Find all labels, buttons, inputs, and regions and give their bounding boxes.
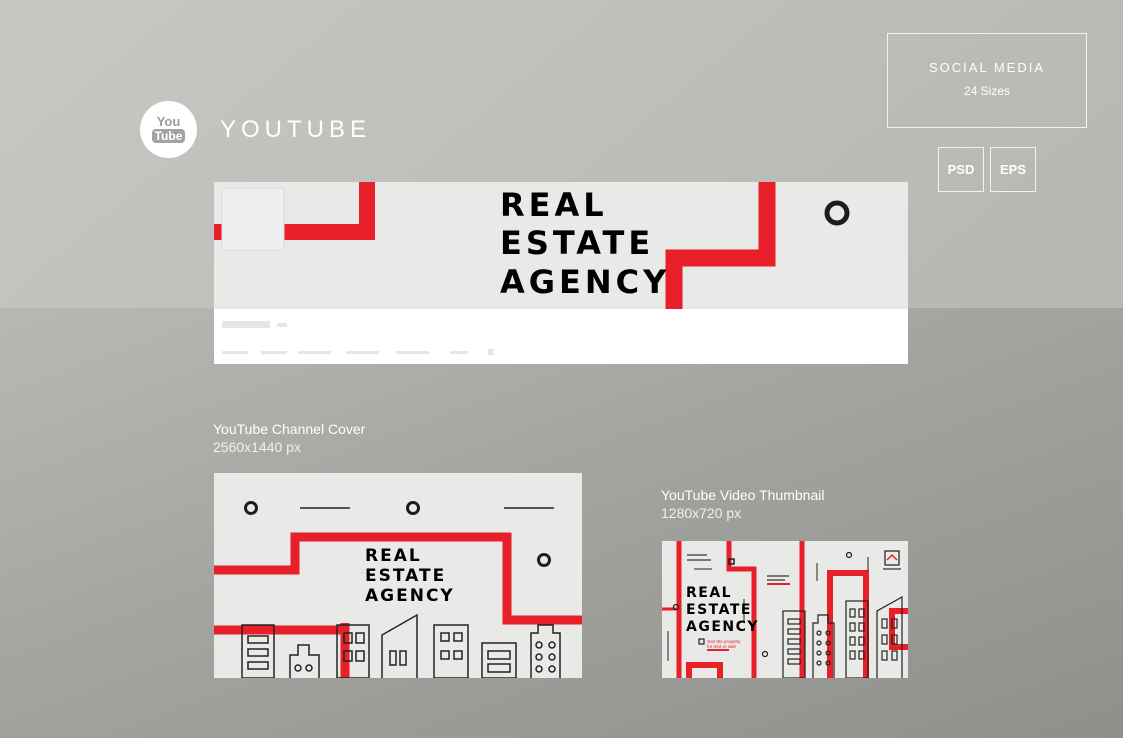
logo-you: You	[156, 114, 181, 129]
logo-tube: Tube	[151, 129, 186, 143]
thumbnail-label: YouTube Video Thumbnail	[661, 487, 825, 503]
channel-page-mockup: REAL ESTATE AGENCY	[214, 182, 908, 364]
th-headline-3: AGENCY	[686, 619, 759, 635]
thumbnail-size: 1280x720 px	[661, 505, 742, 521]
page-title: YOUTUBE	[220, 116, 372, 143]
cover-headline-3: AGENCY	[500, 263, 670, 301]
channel-cover-preview: REAL ESTATE AGENCY	[214, 473, 582, 678]
cover-headline-1: REAL	[500, 186, 608, 224]
cc-headline-3: AGENCY	[365, 586, 455, 606]
cc-headline-1: REAL	[365, 546, 422, 566]
channel-cover-size: 2560x1440 px	[213, 439, 301, 455]
social-media-title: SOCIAL MEDIA	[929, 60, 1045, 75]
social-media-sizes: 24 Sizes	[963, 84, 1011, 98]
th-headline-2: ESTATE	[686, 602, 752, 618]
social-media-box: SOCIAL MEDIA 24 Sizes	[887, 33, 1087, 128]
cover-headline-2: ESTATE	[500, 224, 654, 262]
th-headline-1: REAL	[686, 585, 732, 601]
cc-headline-2: ESTATE	[365, 566, 446, 586]
channel-cover-label: YouTube Channel Cover	[213, 421, 366, 437]
video-thumbnail-preview: REAL ESTATE AGENCY Sort the property for…	[662, 541, 908, 678]
youtube-logo-icon: You Tube	[140, 101, 197, 158]
th-tagline-2: for rent or sale	[707, 644, 737, 649]
psd-badge: PSD	[938, 147, 984, 192]
eps-badge: EPS	[990, 147, 1036, 192]
